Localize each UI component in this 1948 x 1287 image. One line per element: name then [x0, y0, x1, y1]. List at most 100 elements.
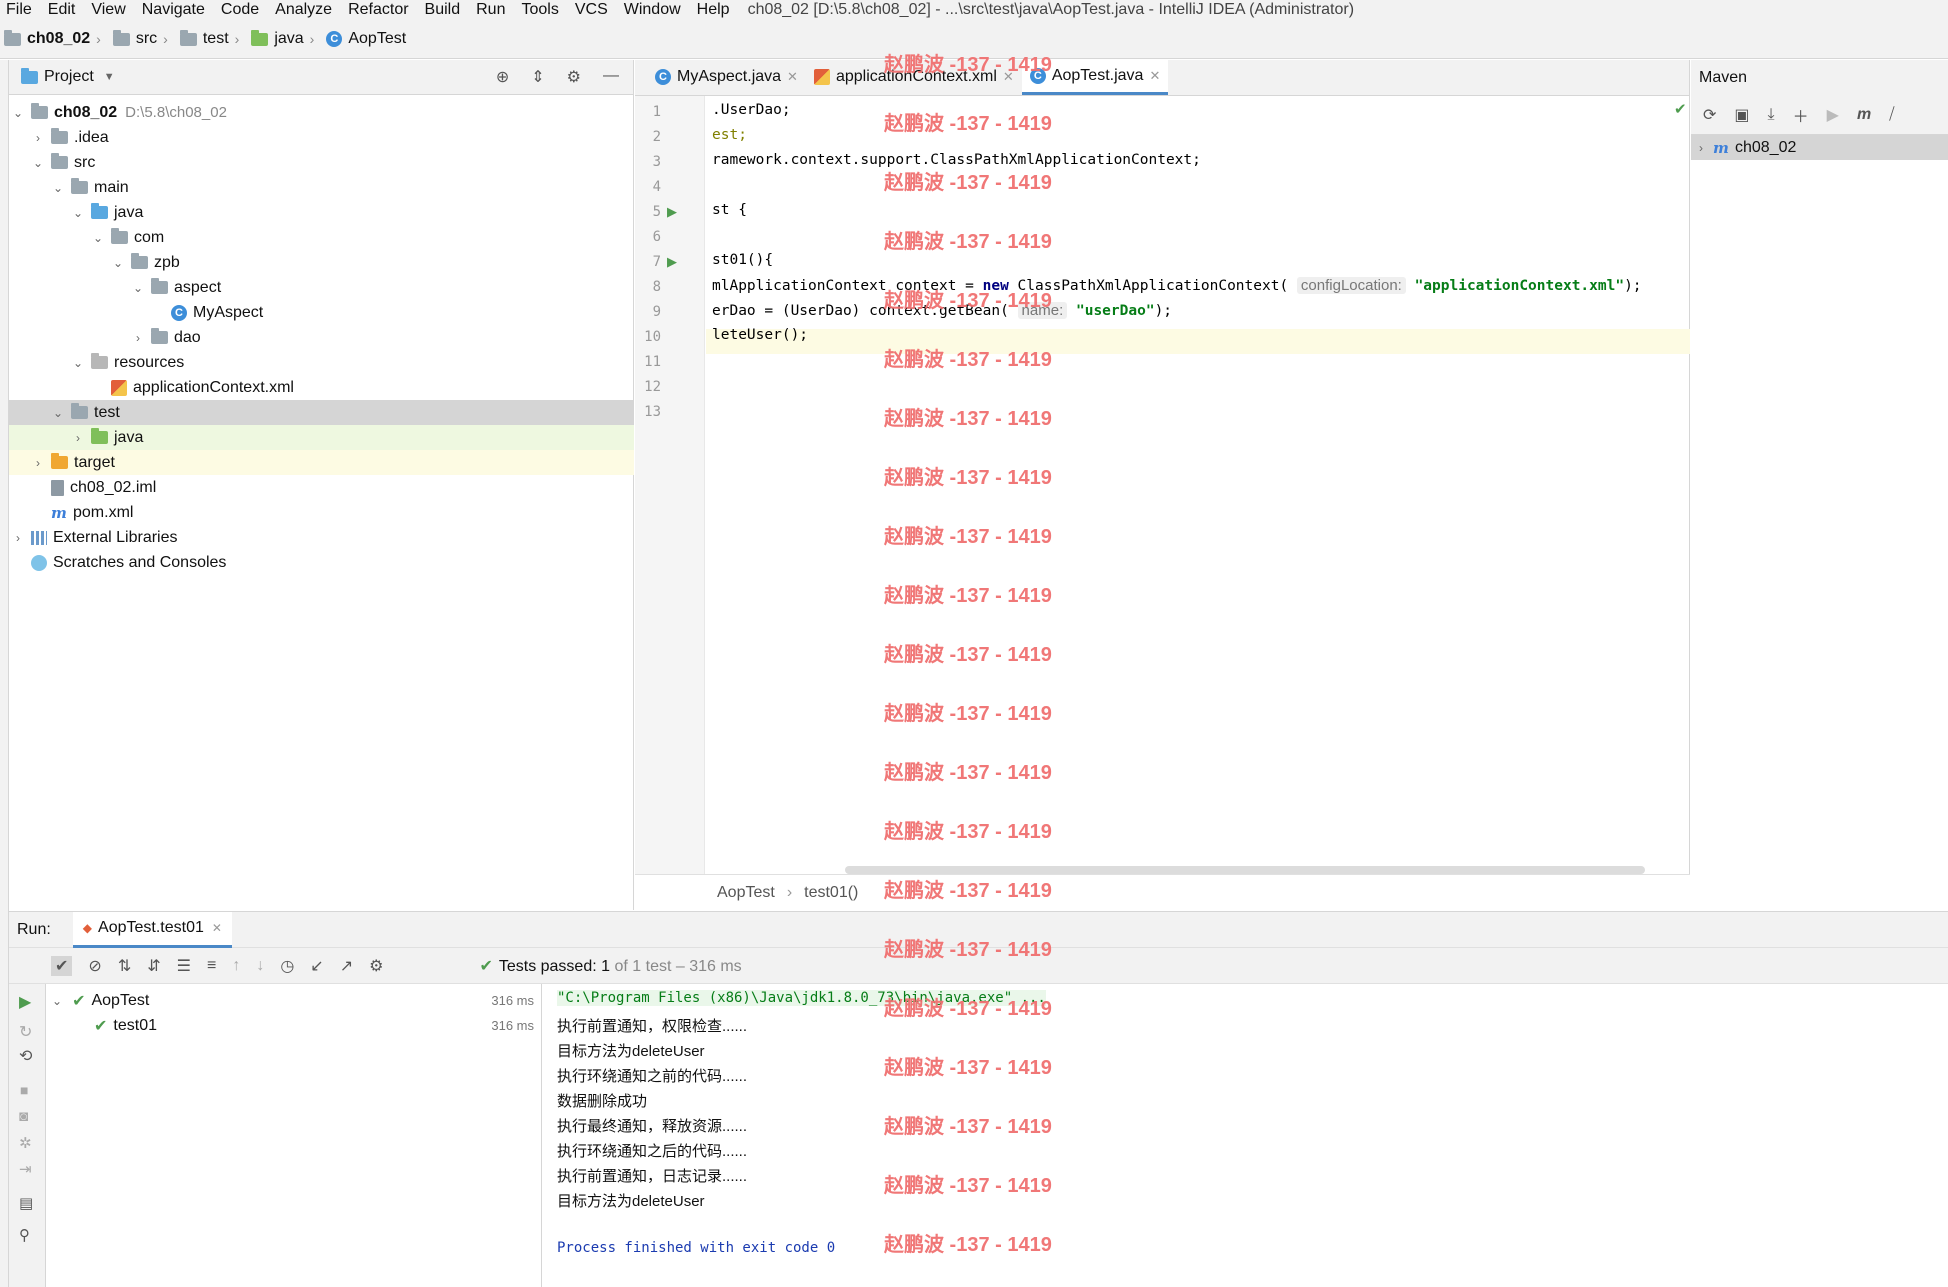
generate-sources-icon[interactable]: ▣ — [1734, 105, 1749, 125]
chevron-right-icon[interactable]: › — [1699, 141, 1703, 155]
editor-crumb-method[interactable]: test01() — [804, 884, 858, 902]
collapse-all-icon[interactable]: ⇕ — [531, 67, 544, 87]
tree-item-project-root[interactable]: ⌄ ch08_02 D:\5.8\ch08_02 — [9, 100, 634, 125]
breadcrumb-project[interactable]: ch08_02 › — [4, 29, 107, 48]
chevron-down-icon[interactable]: ⌄ — [51, 406, 65, 420]
code-line-current[interactable]: mlApplicationContext context = new Class… — [712, 277, 1642, 294]
tree-item-iml[interactable]: ch08_02.iml — [9, 475, 634, 500]
chevron-down-icon[interactable]: ⌄ — [91, 231, 105, 245]
test-method-row[interactable]: ✔ test01 316 ms — [46, 1013, 542, 1038]
tree-item-resources[interactable]: ⌄ resources — [9, 350, 634, 375]
toggle-auto-test-icon[interactable]: ⟲ — [19, 1046, 32, 1066]
pin-icon[interactable]: ⚲ — [19, 1226, 30, 1244]
collapse-all-icon[interactable]: ≡ — [207, 957, 216, 975]
tree-item-applicationcontext-xml[interactable]: applicationContext.xml — [9, 375, 634, 400]
tree-item-external-libraries[interactable]: › External Libraries — [9, 525, 634, 550]
run-tab[interactable]: ◆ AopTest.test01 ✕ — [72, 911, 232, 948]
chevron-down-icon[interactable]: ⌄ — [11, 106, 25, 120]
menu-refactor[interactable]: Refactor — [342, 1, 418, 19]
stop-icon[interactable]: ■ — [20, 1082, 28, 1098]
tree-item-aspect[interactable]: ⌄ aspect — [9, 275, 634, 300]
menu-analyze[interactable]: Analyze — [269, 1, 342, 19]
maven-project-item[interactable]: › m ch08_02 — [1691, 135, 1948, 160]
tree-item-com[interactable]: ⌄ com — [9, 225, 634, 250]
chevron-down-icon[interactable]: ⌄ — [71, 356, 85, 370]
tree-item-src[interactable]: ⌄ src — [9, 150, 634, 175]
breadcrumb-java[interactable]: java › — [251, 29, 320, 48]
rerun-icon[interactable]: ▶ — [19, 992, 31, 1012]
add-icon[interactable]: ＋ — [1793, 103, 1809, 127]
camera-icon[interactable]: ◙ — [19, 1108, 28, 1125]
import-icon[interactable]: ↙ — [310, 956, 323, 976]
chevron-down-icon[interactable]: ⌄ — [111, 256, 125, 270]
download-icon[interactable]: ⤓ — [1768, 106, 1775, 124]
menu-vcs[interactable]: VCS — [569, 1, 618, 19]
tree-item-main-java[interactable]: ⌄ java — [9, 200, 634, 225]
code-line[interactable]: st01(){ — [712, 252, 773, 268]
code-line[interactable]: .UserDao; — [712, 102, 791, 118]
chevron-down-icon[interactable]: ⌄ — [52, 994, 62, 1008]
close-icon[interactable]: ✕ — [787, 69, 798, 85]
editor-crumb-class[interactable]: AopTest — [717, 884, 775, 902]
breadcrumb-test[interactable]: test › — [179, 29, 245, 48]
chevron-right-icon[interactable]: › — [31, 131, 45, 145]
next-icon[interactable]: ↓ — [256, 957, 264, 975]
sort-duration-icon[interactable]: ⇵ — [147, 956, 160, 976]
rerun-failed-icon[interactable]: ↻ — [19, 1022, 32, 1042]
history-icon[interactable]: ◷ — [280, 956, 294, 976]
close-icon[interactable]: ✕ — [1149, 68, 1160, 84]
run-icon[interactable]: ▶ — [1827, 105, 1839, 125]
chevron-down-icon[interactable]: ⌄ — [131, 281, 145, 295]
console-output[interactable]: "C:\Program Files (x86)\Java\jdk1.8.0_73… — [557, 984, 1937, 1287]
tree-item-main[interactable]: ⌄ main — [9, 175, 634, 200]
tree-item-test[interactable]: ⌄ test — [9, 400, 634, 425]
chevron-right-icon[interactable]: › — [31, 456, 45, 470]
chevron-right-icon[interactable]: › — [11, 531, 25, 545]
menu-help[interactable]: Help — [691, 1, 740, 19]
tree-item-dao[interactable]: › dao — [9, 325, 634, 350]
chevron-down-icon[interactable]: ▼ — [104, 71, 115, 83]
tree-item-idea[interactable]: › .idea — [9, 125, 634, 150]
inspection-ok-icon[interactable]: ✔ — [1674, 100, 1687, 118]
execute-goal-icon[interactable]: m — [1857, 106, 1871, 124]
test-suite-row[interactable]: ⌄ ✔ AopTest 316 ms — [46, 988, 542, 1013]
expand-all-icon[interactable]: ☰ — [177, 956, 191, 976]
menu-file[interactable]: File — [0, 1, 42, 19]
chevron-down-icon[interactable]: ⌄ — [71, 206, 85, 220]
tab-myaspect[interactable]: C MyAspect.java ✕ — [647, 59, 806, 95]
chevron-right-icon[interactable]: › — [71, 431, 85, 445]
reload-icon[interactable]: ⟳ — [1703, 105, 1716, 125]
previous-icon[interactable]: ↑ — [232, 957, 240, 975]
menu-edit[interactable]: Edit — [42, 1, 86, 19]
menu-window[interactable]: Window — [618, 1, 691, 19]
tree-item-pom[interactable]: m pom.xml — [9, 500, 634, 525]
code-line[interactable]: st { — [712, 202, 747, 218]
tree-item-target[interactable]: › target — [9, 450, 634, 475]
menu-tools[interactable]: Tools — [515, 1, 568, 19]
show-ignored-icon[interactable]: ⊘ — [88, 956, 101, 976]
locate-icon[interactable]: ⊕ — [496, 67, 509, 87]
code-line[interactable]: leteUser(); — [712, 327, 808, 343]
gear-icon[interactable]: ⚙ — [369, 956, 383, 976]
breadcrumb-src[interactable]: src › — [112, 29, 174, 48]
horizontal-scrollbar[interactable] — [845, 866, 1645, 874]
tree-item-test-java[interactable]: › java — [9, 425, 634, 450]
close-icon[interactable]: ✕ — [212, 921, 222, 935]
run-test-icon[interactable]: ▶ — [667, 254, 681, 269]
exit-icon[interactable]: ⇥ — [19, 1160, 32, 1178]
code-line[interactable]: est; — [712, 127, 747, 143]
toggle-offline-icon[interactable]: ⧸ — [1889, 106, 1894, 124]
sort-alpha-icon[interactable]: ⇅ — [118, 956, 131, 976]
show-passed-icon[interactable]: ✔ — [51, 955, 73, 976]
menu-build[interactable]: Build — [419, 1, 471, 19]
layout-icon[interactable]: ▤ — [19, 1194, 33, 1212]
run-test-icon[interactable]: ▶ — [667, 204, 681, 219]
tree-item-zpb[interactable]: ⌄ zpb — [9, 250, 634, 275]
chevron-down-icon[interactable]: ⌄ — [51, 181, 65, 195]
project-panel-title[interactable]: Project — [44, 68, 94, 86]
tree-item-myaspect[interactable]: C MyAspect — [9, 300, 634, 325]
settings-icon[interactable]: ✲ — [19, 1134, 32, 1152]
menu-navigate[interactable]: Navigate — [136, 1, 215, 19]
menu-view[interactable]: View — [85, 1, 135, 19]
menu-code[interactable]: Code — [215, 1, 269, 19]
